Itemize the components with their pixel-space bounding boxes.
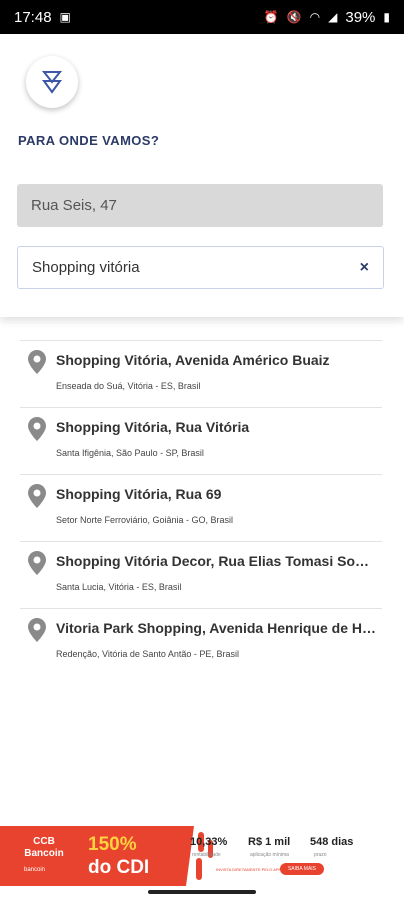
list-item[interactable]: Shopping Vitória, Rua Vitória Santa Ifig… bbox=[20, 407, 382, 474]
ad-banner[interactable]: CCB Bancoin bancoin 150% do CDI 10,33% r… bbox=[0, 826, 404, 886]
result-subtitle: Redenção, Vitória de Santo Antão - PE, B… bbox=[56, 649, 239, 659]
alarm-icon: ⏰ bbox=[263, 10, 279, 24]
wifi-icon: ◠ bbox=[309, 10, 321, 24]
ad-stat-return: 10,33% bbox=[190, 836, 228, 848]
app-logo-icon bbox=[41, 71, 63, 94]
result-subtitle: Enseada do Suá, Vitória - ES, Brasil bbox=[56, 381, 201, 391]
destination-input[interactable] bbox=[32, 259, 360, 276]
app-logo-button[interactable] bbox=[26, 56, 78, 108]
results-list: Shopping Vitória, Avenida Américo Buaiz … bbox=[20, 340, 382, 675]
ad-rate-label: do CDI bbox=[88, 857, 150, 878]
origin-field[interactable]: Rua Seis, 47 bbox=[17, 184, 383, 227]
signal-icon: ◢ bbox=[328, 10, 338, 24]
origin-value: Rua Seis, 47 bbox=[31, 197, 117, 214]
status-time: 17:48 bbox=[14, 8, 52, 26]
location-pin-icon bbox=[28, 350, 46, 374]
navigation-bar bbox=[0, 886, 404, 900]
message-icon: ▣ bbox=[59, 10, 71, 24]
location-pin-icon bbox=[28, 618, 46, 642]
ad-stat-term-label: prazo bbox=[314, 852, 327, 858]
result-title: Shopping Vitória Decor, Rua Elias Tomasi… bbox=[56, 553, 376, 569]
clear-button[interactable]: × bbox=[360, 259, 369, 277]
mute-icon: 🔇 bbox=[286, 10, 302, 24]
ad-cta-button[interactable]: SAIBA MAIS bbox=[280, 863, 324, 875]
result-title: Shopping Vitória, Avenida Américo Buaiz bbox=[56, 352, 330, 368]
result-title: Vitoria Park Shopping, Avenida Henrique … bbox=[56, 620, 376, 636]
ad-bank-name: CCB Bancoin bbox=[24, 836, 64, 859]
result-title: Shopping Vitória, Rua 69 bbox=[56, 486, 222, 502]
result-subtitle: Setor Norte Ferroviário, Goiânia - GO, B… bbox=[56, 515, 234, 525]
status-bar: 17:48 ▣ ⏰ 🔇 ◠ ◢ 39% ▮ bbox=[0, 0, 404, 34]
ad-bank-logo: bancoin bbox=[24, 867, 46, 873]
page-title: PARA ONDE VAMOS? bbox=[18, 133, 160, 148]
destination-field[interactable]: × bbox=[17, 246, 384, 289]
result-subtitle: Santa Lucia, Vitória - ES, Brasil bbox=[56, 582, 182, 592]
battery-icon: ▮ bbox=[383, 10, 390, 24]
ad-stat-minimum-label: aplicação mínima bbox=[250, 852, 289, 858]
list-item[interactable]: Shopping Vitória Decor, Rua Elias Tomasi… bbox=[20, 541, 382, 608]
location-pin-icon bbox=[28, 484, 46, 508]
list-item[interactable]: Shopping Vitória, Rua 69 Setor Norte Fer… bbox=[20, 474, 382, 541]
search-panel: PARA ONDE VAMOS? Rua Seis, 47 × bbox=[0, 34, 404, 317]
ad-stats: 10,33% rentabilidade R$ 1 mil aplicação … bbox=[180, 826, 404, 886]
location-pin-icon bbox=[28, 417, 46, 441]
ad-stat-return-label: rentabilidade bbox=[192, 852, 221, 858]
home-handle[interactable] bbox=[148, 890, 256, 894]
result-subtitle: Santa Ifigênia, São Paulo - SP, Brasil bbox=[56, 448, 204, 458]
ad-promo-block: CCB Bancoin bancoin 150% do CDI bbox=[0, 826, 180, 886]
ad-stat-term: 548 dias bbox=[310, 836, 354, 848]
list-item[interactable]: Shopping Vitória, Avenida Américo Buaiz … bbox=[20, 340, 382, 407]
ad-rate: 150% bbox=[88, 834, 137, 855]
battery-level: 39% bbox=[345, 8, 376, 26]
list-item[interactable]: Vitoria Park Shopping, Avenida Henrique … bbox=[20, 608, 382, 675]
ad-stat-minimum: R$ 1 mil bbox=[248, 836, 291, 848]
result-title: Shopping Vitória, Rua Vitória bbox=[56, 419, 250, 435]
location-pin-icon bbox=[28, 551, 46, 575]
